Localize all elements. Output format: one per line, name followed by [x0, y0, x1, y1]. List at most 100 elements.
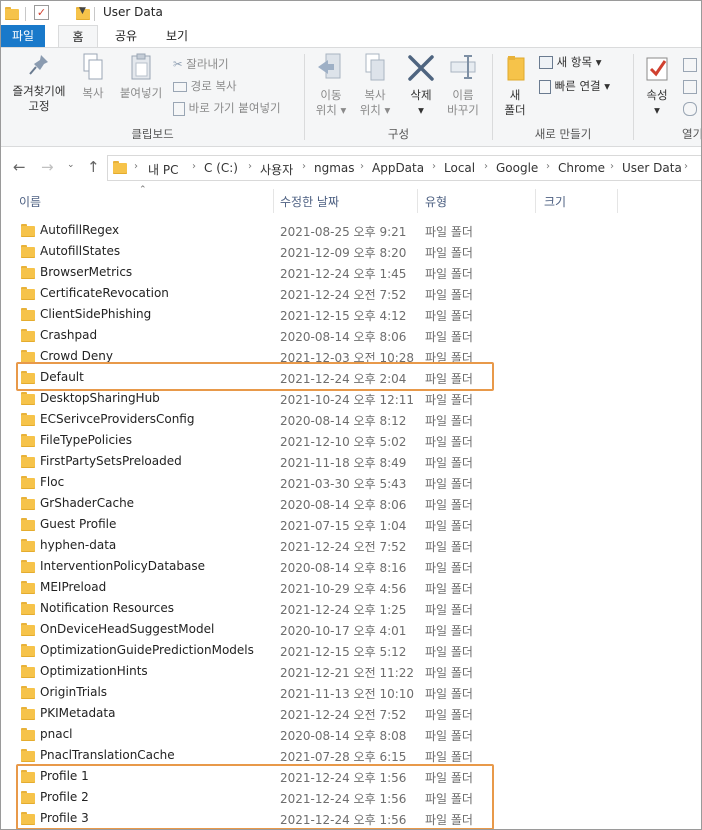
file-row[interactable]: BrowserMetrics 2021-12-24 오후 1:45 파일 폴더 — [1, 262, 701, 283]
customize-toolbar-icon[interactable]: ▼ — [79, 6, 86, 16]
pin-to-quick-access-button[interactable]: 즐겨찾기에 고정 — [5, 52, 73, 114]
file-row[interactable]: hyphen-data 2021-12-24 오전 7:52 파일 폴더 — [1, 535, 701, 556]
folder-icon — [21, 434, 35, 447]
file-type: 파일 폴더 — [425, 666, 473, 680]
file-name: DesktopSharingHub — [40, 391, 160, 405]
file-row[interactable]: pnacl 2020-08-14 오후 8:08 파일 폴더 — [1, 724, 701, 745]
new-item-button[interactable]: 새 항목 ▾ — [539, 54, 601, 70]
new-folder-button[interactable]: 새 폴더 — [497, 52, 533, 118]
file-row[interactable]: CertificateRevocation 2021-12-24 오전 7:52 파… — [1, 283, 701, 304]
file-row[interactable]: Crowd Deny 2021-12-03 오전 10:28 파일 폴더 — [1, 346, 701, 367]
copy-button[interactable]: 복사 — [75, 52, 111, 101]
tab-home[interactable]: 홈 — [58, 25, 98, 49]
tab-share[interactable]: 공유 — [107, 25, 145, 47]
file-date: 2021-12-24 오후 2:04 — [280, 372, 407, 386]
open-icon[interactable] — [683, 58, 697, 72]
file-row[interactable]: Profile 1 2021-12-24 오후 1:56 파일 폴더 — [1, 766, 701, 787]
paste-button[interactable]: 붙여넣기 — [115, 52, 167, 101]
column-date-header[interactable]: 수정한 날짜 — [280, 193, 339, 210]
file-row[interactable]: PKIMetadata 2021-12-24 오전 7:52 파일 폴더 — [1, 703, 701, 724]
chevron-right-icon[interactable]: › — [360, 161, 364, 172]
file-row[interactable]: PnaclTranslationCache 2021-07-28 오후 6:15 파… — [1, 745, 701, 766]
column-divider[interactable] — [535, 189, 536, 213]
file-row[interactable]: ECSerivceProvidersConfig 2020-08-14 오후 8:… — [1, 409, 701, 430]
file-row[interactable]: GrShaderCache 2020-08-14 오후 8:06 파일 폴더 — [1, 493, 701, 514]
chevron-right-icon[interactable]: › — [484, 161, 488, 172]
column-type-header[interactable]: 유형 — [425, 193, 447, 210]
breadcrumb[interactable]: › 내 PC › C (C:) › 사용자 › ngmas › AppData … — [107, 155, 701, 181]
column-size-header[interactable]: 크기 — [544, 193, 566, 210]
folder-icon — [21, 224, 35, 237]
file-name: PnaclTranslationCache — [40, 748, 175, 762]
file-name: GrShaderCache — [40, 496, 135, 510]
copy-to-label: 복사 위치 ▾ — [359, 88, 391, 117]
title-bar: ✓ ▼ User Data — [1, 1, 701, 27]
file-row[interactable]: OptimizationGuidePredictionModels 2021-12… — [1, 640, 701, 661]
chevron-right-icon[interactable]: › — [432, 161, 436, 172]
up-arrow-icon[interactable]: ↑ — [87, 158, 100, 176]
file-date: 2021-07-28 오후 6:15 — [280, 750, 407, 764]
file-row[interactable]: DesktopSharingHub 2021-10-24 오후 12:11 파일 폴… — [1, 388, 701, 409]
chevron-right-icon[interactable]: › — [134, 161, 138, 172]
breadcrumb-item[interactable]: Chrome — [558, 161, 605, 175]
breadcrumb-item[interactable]: Google — [496, 161, 538, 175]
cut-button[interactable]: ✂ 잘라내기 — [173, 56, 229, 72]
properties-label: 속성 ▾ — [646, 88, 668, 117]
file-name: hyphen-data — [40, 538, 117, 552]
file-row[interactable]: Crashpad 2020-08-14 오후 8:06 파일 폴더 — [1, 325, 701, 346]
file-row[interactable]: FirstPartySetsPreloaded 2021-11-18 오후 8:4… — [1, 451, 701, 472]
file-row[interactable]: ClientSidePhishing 2021-12-15 오후 4:12 파일 폴… — [1, 304, 701, 325]
edit-icon[interactable] — [683, 80, 697, 94]
file-row[interactable]: InterventionPolicyDatabase 2020-08-14 오후 … — [1, 556, 701, 577]
file-row[interactable]: FileTypePolicies 2021-12-10 오후 5:02 파일 폴더 — [1, 430, 701, 451]
breadcrumb-item[interactable]: AppData — [372, 161, 424, 175]
back-arrow-icon[interactable]: ← — [13, 158, 26, 176]
breadcrumb-item[interactable]: Local — [444, 161, 475, 175]
column-divider[interactable] — [617, 189, 618, 213]
delete-button[interactable]: 삭제 ▾ — [399, 52, 443, 118]
breadcrumb-item[interactable]: C (C:) — [204, 161, 238, 175]
copy-path-button[interactable]: 경로 복사 — [173, 78, 237, 94]
folder-icon — [21, 686, 35, 699]
file-row[interactable]: Profile 3 2021-12-24 오후 1:56 파일 폴더 — [1, 808, 701, 829]
file-row[interactable]: OriginTrials 2021-11-13 오전 10:10 파일 폴더 — [1, 682, 701, 703]
breadcrumb-item[interactable]: User Data — [622, 161, 682, 175]
folder-icon — [21, 812, 35, 825]
move-to-button[interactable]: 이동 위치 ▾ — [309, 52, 353, 118]
column-divider[interactable] — [417, 189, 418, 213]
chevron-right-icon[interactable]: › — [684, 161, 688, 172]
column-divider[interactable] — [273, 189, 274, 213]
tab-file[interactable]: 파일 — [1, 25, 45, 47]
chevron-right-icon[interactable]: › — [546, 161, 550, 172]
history-icon[interactable] — [683, 102, 697, 116]
tab-view[interactable]: 보기 — [158, 25, 196, 47]
paste-shortcut-button[interactable]: 바로 가기 붙여넣기 — [173, 100, 281, 116]
file-row[interactable]: Notification Resources 2021-12-24 오후 1:25… — [1, 598, 701, 619]
folder-icon[interactable] — [5, 7, 19, 20]
file-row[interactable]: OptimizationHints 2021-12-21 오전 11:22 파일 폴… — [1, 661, 701, 682]
easy-access-button[interactable]: 빠른 연결 ▾ — [539, 78, 610, 94]
column-name-header[interactable]: 이름 — [19, 193, 41, 210]
chevron-right-icon[interactable]: › — [248, 161, 252, 172]
copy-to-button[interactable]: 복사 위치 ▾ — [353, 52, 397, 118]
properties-check-icon[interactable]: ✓ — [34, 5, 49, 20]
file-row[interactable]: Default 2021-12-24 오후 2:04 파일 폴더 — [1, 367, 701, 388]
file-row[interactable]: MEIPreload 2021-10-29 오후 4:56 파일 폴더 — [1, 577, 701, 598]
file-date: 2021-03-30 오후 5:43 — [280, 477, 407, 491]
file-row[interactable]: Guest Profile 2021-07-15 오후 1:04 파일 폴더 — [1, 514, 701, 535]
file-row[interactable]: Floc 2021-03-30 오후 5:43 파일 폴더 — [1, 472, 701, 493]
properties-button[interactable]: 속성 ▾ — [637, 52, 677, 118]
breadcrumb-item[interactable]: 사용자 — [260, 161, 293, 178]
recent-locations-chevron-icon[interactable]: ⌄ — [67, 160, 75, 170]
rename-button[interactable]: 이름 바꾸기 — [441, 52, 485, 118]
forward-arrow-icon[interactable]: → — [41, 158, 54, 176]
breadcrumb-item[interactable]: ngmas — [314, 161, 355, 175]
chevron-right-icon[interactable]: › — [192, 161, 196, 172]
breadcrumb-item[interactable]: 내 PC — [148, 161, 178, 178]
file-row[interactable]: AutofillStates 2021-12-09 오후 8:20 파일 폴더 — [1, 241, 701, 262]
chevron-right-icon[interactable]: › — [610, 161, 614, 172]
file-row[interactable]: Profile 2 2021-12-24 오후 1:56 파일 폴더 — [1, 787, 701, 808]
file-row[interactable]: OnDeviceHeadSuggestModel 2020-10-17 오후 4:… — [1, 619, 701, 640]
file-row[interactable]: AutofillRegex 2021-08-25 오후 9:21 파일 폴더 — [1, 220, 701, 241]
chevron-right-icon[interactable]: › — [302, 161, 306, 172]
